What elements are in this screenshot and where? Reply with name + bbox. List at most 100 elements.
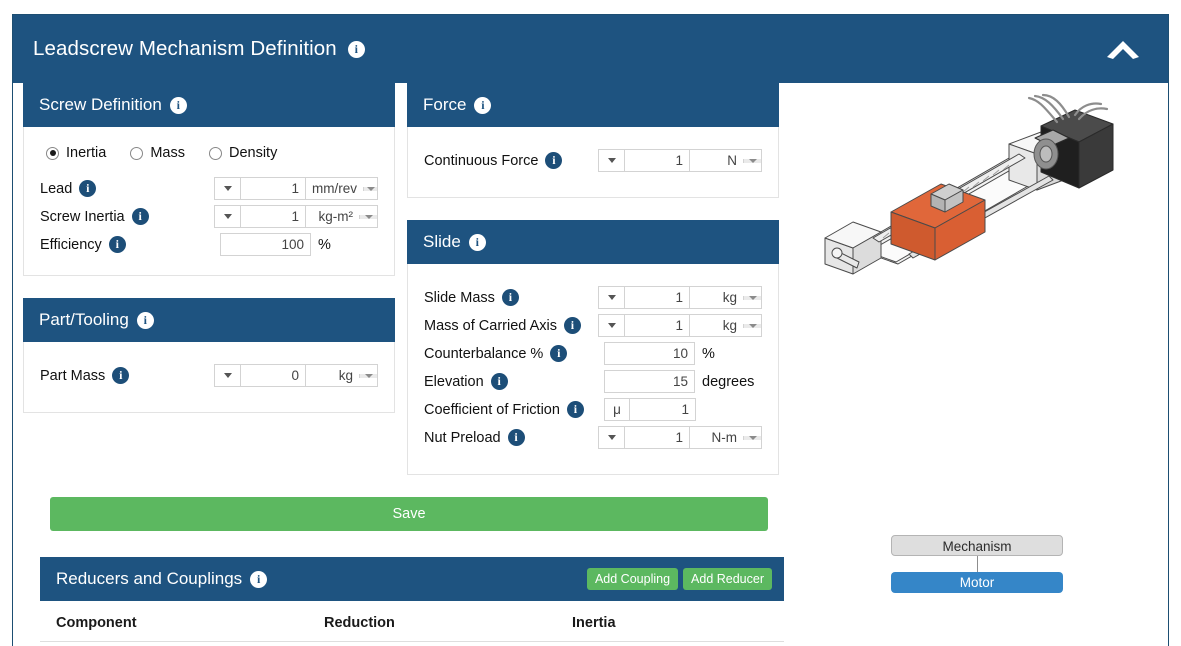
add-reducer-button[interactable]: Add Reducer	[683, 568, 772, 590]
radio-inertia[interactable]: Inertia	[46, 145, 106, 161]
page-title: Leadscrew Mechanism Definition	[33, 37, 337, 60]
continuous-force-input[interactable]: 1	[624, 149, 690, 172]
label-nut-preload: Nut Preload	[424, 429, 501, 446]
field-row-slide-mass: Slide Mass i 1 kg	[424, 284, 762, 311]
spacer-a	[23, 276, 395, 298]
lead-input[interactable]: 1	[240, 177, 306, 200]
left-column: Screw Definition i Inertia Mass Density …	[23, 83, 798, 642]
lead-spinner-button[interactable]	[214, 177, 240, 200]
field-row-mass-of-carried-axis: Mass of Carried Axis i 1 kg	[424, 312, 762, 339]
coefficient-of-friction-info-icon[interactable]: i	[566, 401, 584, 418]
info-icon[interactable]: i	[347, 40, 365, 58]
slide-mass-spinner-button[interactable]	[598, 286, 624, 309]
lead-unit-select[interactable]: mm/rev	[306, 177, 378, 200]
counterbalance-input[interactable]: 10	[604, 342, 695, 365]
part-mass-info-icon[interactable]: i	[112, 367, 130, 384]
mechanism-motor-tree: Mechanism Motor	[891, 535, 1071, 593]
continuous-force-unit-select[interactable]: N	[690, 149, 762, 172]
save-button[interactable]: Save	[50, 497, 768, 531]
continuous-force-info-icon[interactable]: i	[545, 152, 563, 169]
chevron-down-icon[interactable]	[363, 186, 377, 191]
add-coupling-button[interactable]: Add Coupling	[586, 568, 679, 590]
leadscrew-mechanism-window: Leadscrew Mechanism Definition i Screw D…	[12, 14, 1169, 646]
slide-mass-unit-select[interactable]: kg	[690, 286, 762, 309]
radio-mass[interactable]: Mass	[130, 145, 185, 161]
right-column: Mechanism Motor	[803, 83, 1163, 646]
mass-of-carried-axis-unit-select[interactable]: kg	[690, 314, 762, 337]
screw-inertia-spinner-button[interactable]	[214, 205, 240, 228]
efficiency-info-icon[interactable]: i	[108, 236, 126, 253]
nut-preload-info-icon[interactable]: i	[507, 429, 525, 446]
panel-header-slide: Slide i	[407, 220, 779, 264]
label-elevation: Elevation	[424, 373, 484, 390]
continuous-force-spinner-button[interactable]	[598, 149, 624, 172]
part-tooling-info-icon[interactable]: i	[136, 311, 154, 329]
tree-node-motor[interactable]: Motor	[891, 572, 1063, 593]
elevation-info-icon[interactable]: i	[490, 373, 508, 390]
radio-inertia-indicator[interactable]	[46, 146, 59, 160]
part-mass-input[interactable]: 0	[240, 364, 306, 387]
nut-preload-unit-select[interactable]: N-m	[690, 426, 762, 449]
field-row-lead: Lead i 1 mm/rev	[40, 175, 378, 202]
reducers-header-buttons: Add Coupling Add Reducer	[586, 568, 772, 590]
spacer-b	[407, 198, 779, 220]
chevron-down-icon[interactable]	[359, 214, 377, 219]
part-mass-unit-select[interactable]: kg	[306, 364, 378, 387]
continuous-force-unit-value: N	[727, 153, 737, 168]
efficiency-input[interactable]: 100	[220, 233, 311, 256]
mass-of-carried-axis-input[interactable]: 1	[624, 314, 690, 337]
screw-type-radio-group: Inertia Mass Density	[46, 145, 378, 161]
field-row-elevation: Elevation i 15 degrees	[424, 368, 762, 395]
part-mass-spinner-button[interactable]	[214, 364, 240, 387]
panel-header-reducers: Reducers and Couplings i Add Coupling Ad…	[40, 557, 784, 601]
reducers-info-icon[interactable]: i	[250, 570, 268, 588]
radio-density-indicator[interactable]	[208, 146, 222, 160]
slide-info-icon[interactable]: i	[468, 233, 486, 251]
window-content: Screw Definition i Inertia Mass Density …	[13, 83, 1168, 646]
tree-node-mechanism[interactable]: Mechanism	[891, 535, 1063, 556]
table-header-row: Component Reduction Inertia	[40, 601, 784, 642]
caret-down-icon	[223, 214, 232, 219]
label-mass-of-carried-axis: Mass of Carried Axis	[424, 317, 557, 334]
nut-preload-spinner-button[interactable]	[598, 426, 624, 449]
mass-of-carried-axis-spinner-button[interactable]	[598, 314, 624, 337]
label-screw-inertia: Screw Inertia	[40, 208, 125, 225]
chevron-down-icon[interactable]	[359, 373, 377, 378]
slide-mass-unit-value: kg	[722, 290, 737, 305]
label-lead: Lead	[40, 180, 73, 197]
chevron-down-icon[interactable]	[743, 295, 761, 300]
panel-title-part-tooling: Part/Tooling	[39, 310, 129, 329]
field-row-counterbalance: Counterbalance % i 10 %	[424, 340, 762, 367]
slide-mass-info-icon[interactable]: i	[501, 289, 519, 306]
chevron-up-icon	[1107, 41, 1139, 59]
chevron-down-icon[interactable]	[743, 435, 761, 440]
label-slide-mass: Slide Mass	[424, 289, 495, 306]
mass-of-carried-axis-info-icon[interactable]: i	[563, 317, 581, 334]
chevron-down-icon[interactable]	[743, 158, 761, 163]
caret-down-icon	[223, 186, 232, 191]
screw-inertia-unit-value: kg-m²	[318, 209, 354, 224]
column-header-component: Component	[56, 615, 137, 631]
caret-down-icon	[607, 295, 616, 300]
panel-body-part-tooling: Part Mass i 0 kg	[23, 342, 395, 413]
screw-inertia-unit-select[interactable]: kg-m²	[306, 205, 378, 228]
screw-inertia-info-icon[interactable]: i	[131, 208, 149, 225]
coefficient-of-friction-input[interactable]: 1	[629, 398, 696, 421]
column-a: Screw Definition i Inertia Mass Density …	[23, 83, 395, 413]
nut-preload-input[interactable]: 1	[624, 426, 690, 449]
elevation-suffix: degrees	[702, 373, 755, 390]
lead-info-icon[interactable]: i	[79, 180, 97, 197]
chevron-down-icon[interactable]	[743, 323, 761, 328]
collapse-panel-button[interactable]	[1100, 32, 1146, 66]
counterbalance-info-icon[interactable]: i	[550, 345, 568, 362]
screw-inertia-input[interactable]: 1	[240, 205, 306, 228]
radio-mass-indicator[interactable]	[130, 146, 144, 160]
screw-definition-info-icon[interactable]: i	[169, 96, 187, 114]
radio-density[interactable]: Density	[208, 145, 278, 161]
force-info-icon[interactable]: i	[474, 96, 492, 114]
caret-down-icon	[607, 158, 616, 163]
elevation-input[interactable]: 15	[604, 370, 695, 393]
panel-body-force: Continuous Force i 1 N	[407, 127, 779, 198]
radio-density-label: Density	[228, 145, 278, 161]
slide-mass-input[interactable]: 1	[624, 286, 690, 309]
